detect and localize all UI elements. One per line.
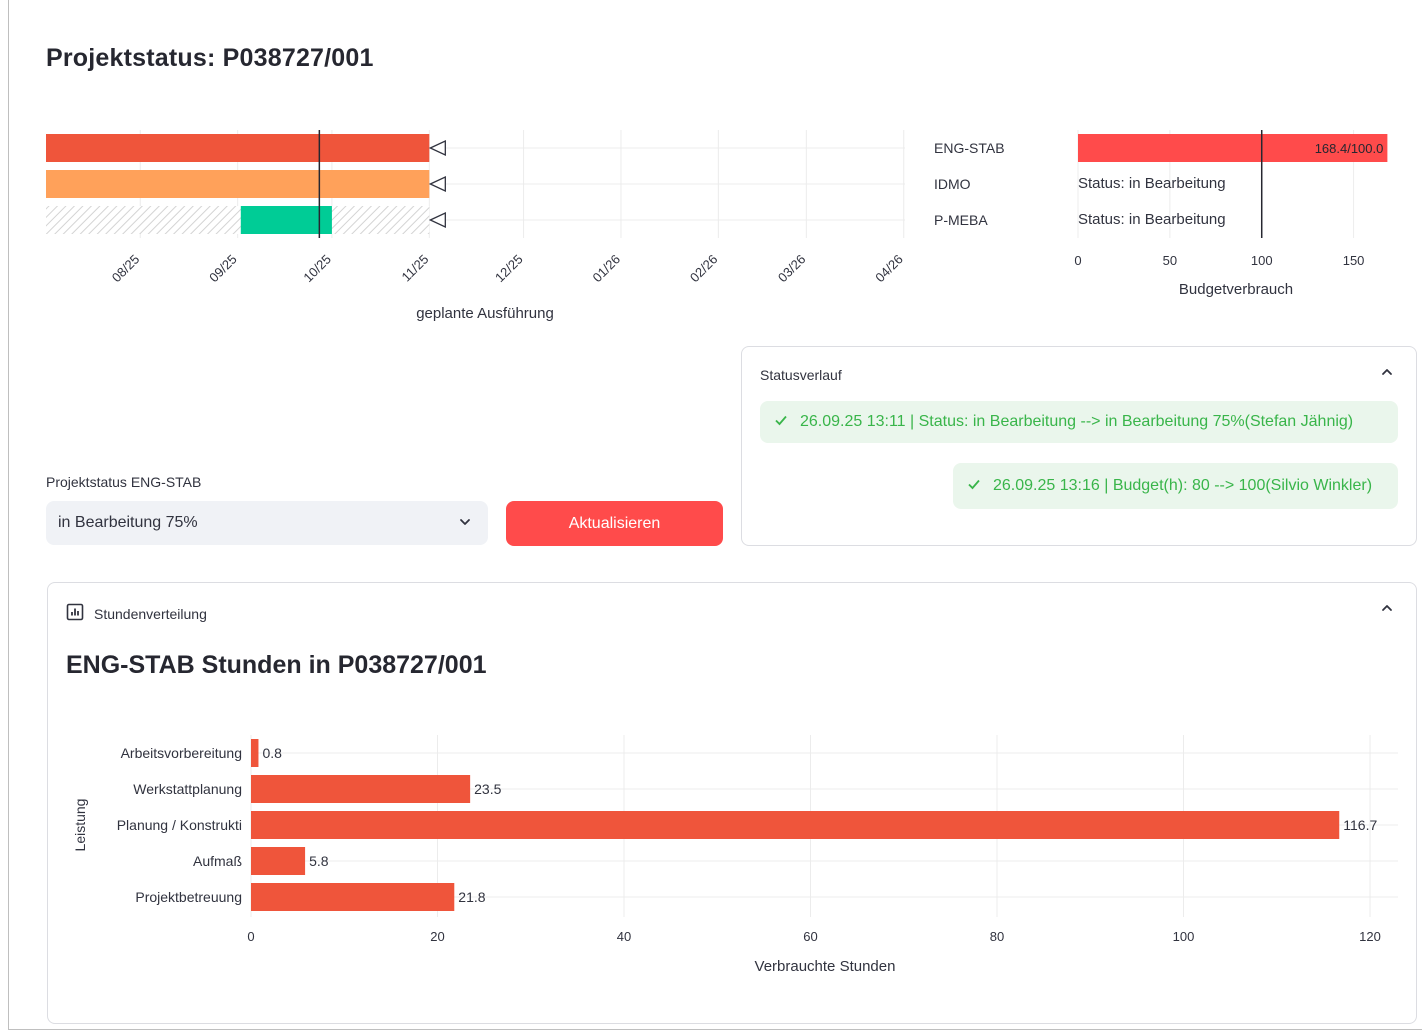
timeline-tick-label: 10/25 (300, 252, 334, 286)
hours-tick-label: 40 (617, 929, 631, 944)
timeline-tick-label: 08/25 (109, 252, 143, 286)
hours-value-label: 5.8 (309, 853, 329, 869)
hours-tick-label: 60 (803, 929, 817, 944)
budget-tick-label: 50 (1163, 253, 1177, 268)
update-button[interactable]: Aktualisieren (506, 501, 723, 546)
timeline-row-label: ENG-STAB (934, 140, 1005, 156)
hours-bar (251, 775, 471, 803)
hours-category-label: Arbeitsvorbereitung (121, 745, 242, 761)
hours-value-label: 21.8 (458, 889, 485, 905)
hours-y-label: Leistung (72, 799, 88, 852)
milestone-marker (428, 211, 446, 229)
budget-tick-label: 100 (1251, 253, 1273, 268)
hours-tick-label: 100 (1173, 929, 1195, 944)
hours-x-label: Verbrauchte Stunden (755, 958, 896, 975)
hours-bar (251, 883, 455, 911)
hours-bar-chart: 0 20 40 60 80 100 120 0.8 Arbeitsvorbereitung 23.… (72, 735, 1398, 975)
timeline-row-label: IDMO (934, 176, 971, 192)
bar-chart-icon (66, 603, 84, 624)
hours-bar (251, 847, 306, 875)
status-history-header[interactable]: Statusverlauf (760, 367, 842, 383)
budget-chart: 0 50 100 150 168.4/100.0 Status: in Bearbeitu… (1074, 130, 1388, 298)
budget-x-label: Budgetverbrauch (1179, 281, 1293, 298)
budget-tick-label: 0 (1074, 253, 1081, 268)
budget-status-text: Status: in Bearbeitung (1078, 211, 1226, 228)
hours-tick-label: 120 (1359, 929, 1381, 944)
chevron-up-icon[interactable] (1380, 601, 1394, 620)
timeline-tick-label: 09/25 (206, 252, 240, 286)
timeline-tick-label: 12/25 (492, 252, 526, 286)
hours-category-label: Projektbetreuung (135, 889, 242, 905)
timeline-tick-label: 02/26 (687, 252, 721, 286)
milestone-marker (428, 139, 446, 157)
budget-bar-label: 168.4/100.0 (1315, 141, 1384, 156)
project-status-value: in Bearbeitung 75% (58, 514, 198, 531)
chevron-down-icon (458, 515, 472, 534)
hours-value-label: 116.7 (1343, 817, 1377, 833)
budget-status-text: Status: in Bearbeitung (1078, 175, 1226, 192)
page-title: Projektstatus: P038727/001 (46, 44, 374, 72)
check-icon (967, 477, 981, 496)
hours-distribution-title: Stundenverteilung (94, 605, 207, 622)
hours-distribution-expander: Stundenverteilung ENG-STAB Stunden in P0… (47, 582, 1417, 1024)
project-status-select[interactable]: in Bearbeitung 75% (46, 501, 488, 545)
hours-tick-label: 80 (990, 929, 1004, 944)
timeline-tick-label: 11/25 (399, 252, 432, 285)
timeline-tick-label: 01/26 (589, 252, 623, 286)
timeline-tick-label: 04/26 (872, 252, 906, 286)
hours-tick-label: 20 (430, 929, 444, 944)
timeline-bar (46, 134, 430, 162)
timeline-bar (240, 206, 332, 234)
timeline-row-label: P-MEBA (934, 212, 988, 228)
hours-bar (251, 739, 259, 767)
chevron-up-icon[interactable] (1380, 365, 1394, 384)
timeline-bar (46, 170, 430, 198)
timeline-chart: ENG-STAB IDMO P-MEBA 08/25 09/25 10/25 11/25 1… (46, 130, 1005, 322)
timeline-x-label: geplante Ausführung (416, 305, 554, 322)
milestone-marker (428, 175, 446, 193)
hours-value-label: 23.5 (474, 781, 501, 797)
hours-distribution-header[interactable]: Stundenverteilung (66, 603, 207, 624)
hours-bar (251, 811, 1340, 839)
timeline-hatch-area (46, 206, 430, 234)
status-history-expander: Statusverlauf 26.09.25 13:11 | Status: i… (741, 346, 1417, 546)
check-icon (774, 413, 788, 432)
hours-category-label: Planung / Konstrukti (117, 817, 242, 833)
hours-value-label: 0.8 (262, 745, 282, 761)
hours-tick-label: 0 (247, 929, 254, 944)
budget-tick-label: 150 (1343, 253, 1365, 268)
hours-category-label: Werkstattplanung (133, 781, 242, 797)
status-history-text: 26.09.25 13:11 | Status: in Bearbeitung … (800, 413, 1354, 430)
timeline-tick-label: 03/26 (775, 252, 809, 286)
status-history-text: 26.09.25 13:16 | Budget(h): 80 --> 100(S… (993, 477, 1373, 494)
status-history-entry: 26.09.25 13:11 | Status: in Bearbeitung … (760, 401, 1398, 443)
hours-category-label: Aufmaß (193, 853, 242, 869)
status-history-title: Statusverlauf (760, 367, 842, 383)
project-status-label: Projektstatus ENG-STAB (46, 474, 202, 490)
status-history-entry: 26.09.25 13:16 | Budget(h): 80 --> 100(S… (953, 463, 1398, 509)
hours-chart-title: ENG-STAB Stunden in P038727/001 (66, 651, 487, 679)
